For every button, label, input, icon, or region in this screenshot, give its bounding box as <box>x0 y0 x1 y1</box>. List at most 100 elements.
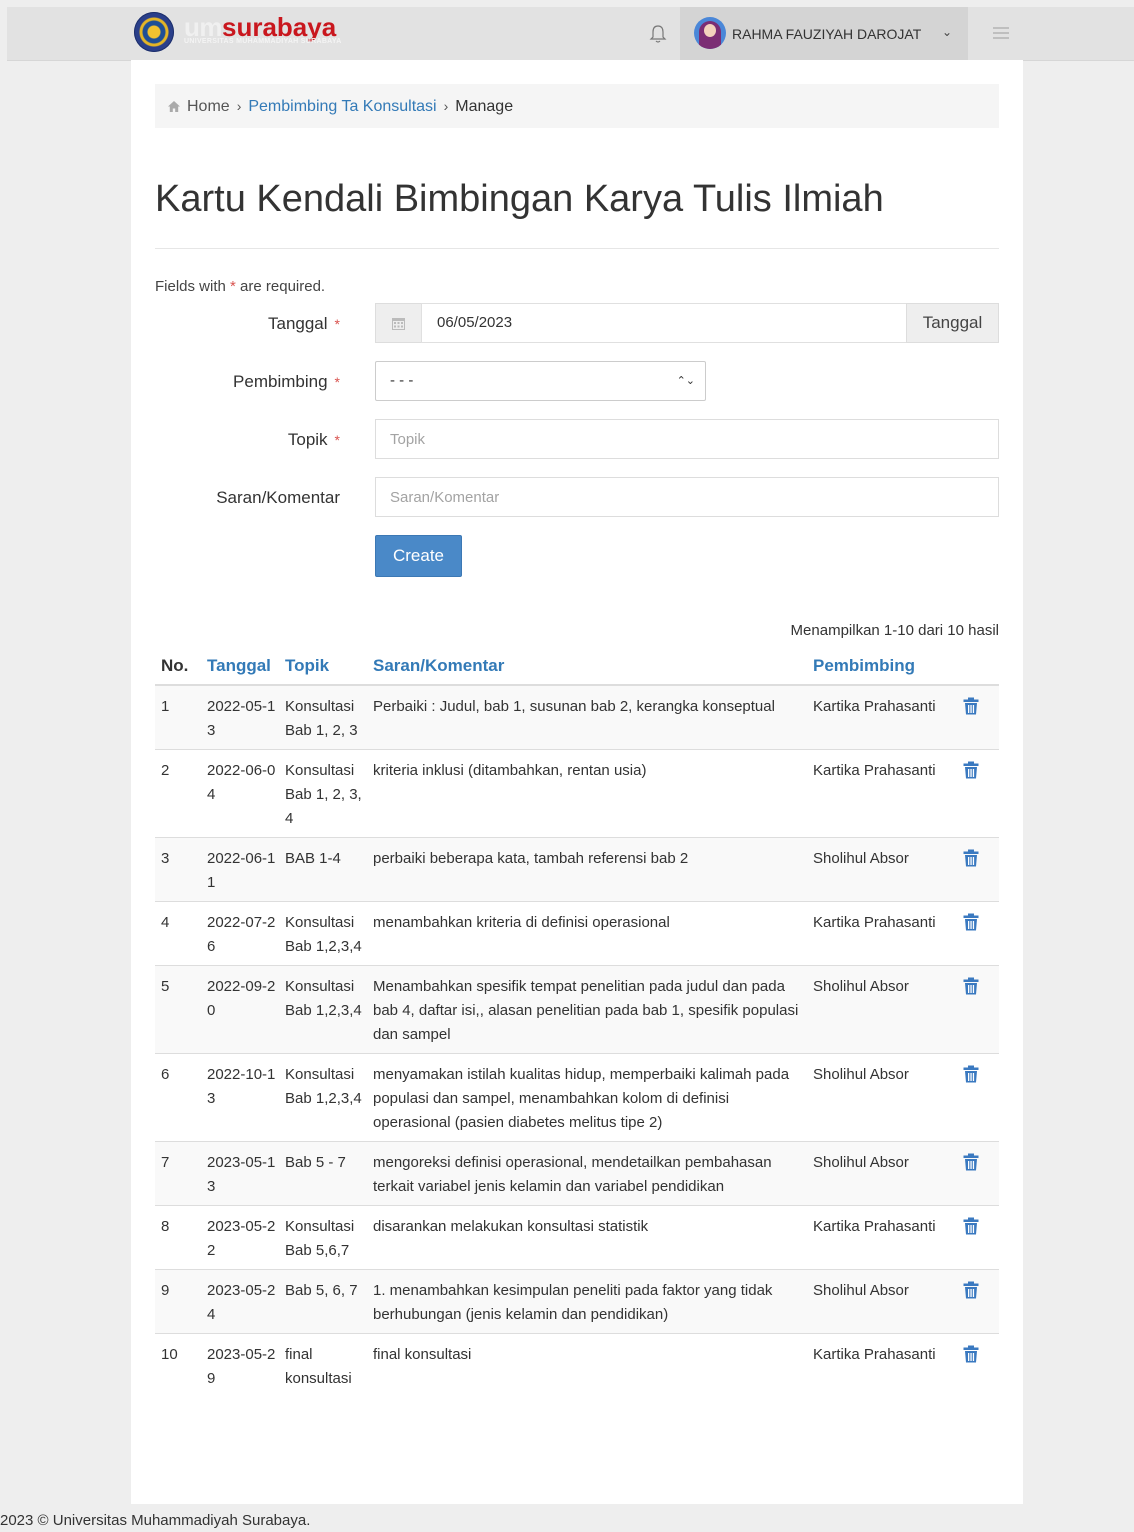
cell-saran: mengoreksi definisi operasional, mendeta… <box>367 1141 807 1206</box>
cell-no: 1 <box>155 684 201 750</box>
cell-pembimbing: Sholihul Absor <box>807 965 953 1054</box>
cell-topik: Bab 5 - 7 <box>279 1141 367 1206</box>
header-topik[interactable]: Topik <box>279 648 367 686</box>
cell-pembimbing: Sholihul Absor <box>807 837 953 902</box>
home-icon <box>168 101 180 112</box>
trash-icon[interactable] <box>963 761 979 779</box>
required-note: Fields with * are required. <box>155 278 326 295</box>
cell-saran: menyamakan istilah kualitas hidup, mempe… <box>367 1053 807 1142</box>
trash-icon[interactable] <box>963 1217 979 1235</box>
cell-tanggal: 2023-05-22 <box>201 1205 279 1270</box>
tanggal-label: Tanggal * <box>267 314 340 333</box>
cell-no: 8 <box>155 1205 201 1270</box>
cell-topik: Konsultasi Bab 1, 2, 3 <box>279 684 367 750</box>
table-row: 4 2022-07-26 Konsultasi Bab 1,2,3,4 menamba… <box>155 901 999 966</box>
cell-tanggal: 2023-05-24 <box>201 1269 279 1334</box>
table-row: 3 2022-06-11 BAB 1-4 perbaiki beberapa kata… <box>155 837 999 902</box>
breadcrumb: Home › Pembimbing Ta Konsultasi › Manage <box>155 84 999 128</box>
cell-pembimbing: Sholihul Absor <box>807 1269 953 1334</box>
cell-pembimbing: Sholihul Absor <box>807 1053 953 1142</box>
table-row: 9 2023-05-24 Bab 5, 6, 7 1. menambahkan kes… <box>155 1269 999 1334</box>
user-menu-toggle[interactable]: RAHMA FAUZIYAH DAROJAT ⌄ <box>680 7 968 60</box>
trash-icon[interactable] <box>963 849 979 867</box>
cell-saran: kriteria inklusi (ditambahkan, rentan us… <box>367 749 807 838</box>
cell-saran: disarankan melakukan konsultasi statisti… <box>367 1205 807 1270</box>
cell-saran: perbaiki beberapa kata, tambah referensi… <box>367 837 807 902</box>
cell-topik: BAB 1-4 <box>279 837 367 902</box>
table-row: 2 2022-06-04 Konsultasi Bab 1, 2, 3, 4 krit… <box>155 749 999 838</box>
university-seal-icon[interactable] <box>134 12 174 52</box>
user-name: RAHMA FAUZIYAH DAROJAT <box>732 26 922 42</box>
breadcrumb-separator: › <box>443 98 449 114</box>
cell-pembimbing: Kartika Prahasanti <box>807 1333 953 1397</box>
pembimbing-selected-value: - - - <box>390 372 414 389</box>
calendar-icon[interactable] <box>375 303 422 343</box>
trash-icon[interactable] <box>963 1153 979 1171</box>
table-row: 10 2023-05-29 final konsultasi final konsul… <box>155 1333 999 1397</box>
breadcrumb-section-link[interactable]: Pembimbing Ta Konsultasi <box>248 98 436 115</box>
cell-pembimbing: Kartika Prahasanti <box>807 901 953 966</box>
cell-actions <box>953 1205 999 1270</box>
konsultasi-table: No. Tanggal Topik Saran/Komentar Pembimb… <box>155 648 999 1397</box>
cell-actions <box>953 965 999 1054</box>
cell-saran: Menambahkan spesifik tempat penelitian p… <box>367 965 807 1054</box>
cell-topik: Konsultasi Bab 1,2,3,4 <box>279 901 367 966</box>
cell-tanggal: 2022-09-20 <box>201 965 279 1054</box>
header-no: No. <box>155 648 201 686</box>
menu-icon[interactable] <box>993 27 1009 42</box>
top-navbar: umsurabaya UNIVERSITAS MUHAMMADIYAH SURA… <box>7 7 1134 61</box>
cell-tanggal: 2022-07-26 <box>201 901 279 966</box>
cell-tanggal: 2023-05-29 <box>201 1333 279 1397</box>
cell-actions <box>953 684 999 750</box>
header-saran[interactable]: Saran/Komentar <box>367 648 807 686</box>
table-row: 8 2023-05-22 Konsultasi Bab 5,6,7 disaranka… <box>155 1205 999 1270</box>
table-row: 1 2022-05-13 Konsultasi Bab 1, 2, 3 Perbaik… <box>155 684 999 750</box>
trash-icon[interactable] <box>963 697 979 715</box>
cell-pembimbing: Kartika Prahasanti <box>807 1205 953 1270</box>
bell-icon[interactable] <box>647 23 669 45</box>
cell-actions <box>953 749 999 838</box>
main-content: Home › Pembimbing Ta Konsultasi › Manage Kar… <box>131 60 1023 1504</box>
cell-pembimbing: Kartika Prahasanti <box>807 684 953 750</box>
trash-icon[interactable] <box>963 977 979 995</box>
cell-actions <box>953 901 999 966</box>
brand-logo[interactable]: umsurabaya UNIVERSITAS MUHAMMADIYAH SURA… <box>184 12 342 45</box>
cell-tanggal: 2022-06-04 <box>201 749 279 838</box>
cell-tanggal: 2023-05-13 <box>201 1141 279 1206</box>
header-tanggal[interactable]: Tanggal <box>201 648 279 686</box>
cell-pembimbing: Kartika Prahasanti <box>807 749 953 838</box>
cell-no: 3 <box>155 837 201 902</box>
cell-saran: 1. menambahkan kesimpulan peneliti pada … <box>367 1269 807 1334</box>
avatar <box>694 17 726 49</box>
trash-icon[interactable] <box>963 913 979 931</box>
header-pembimbing[interactable]: Pembimbing <box>807 648 953 686</box>
topik-input[interactable] <box>375 419 999 459</box>
trash-icon[interactable] <box>963 1281 979 1299</box>
cell-actions <box>953 837 999 902</box>
cell-no: 6 <box>155 1053 201 1142</box>
trash-icon[interactable] <box>963 1345 979 1363</box>
cell-no: 4 <box>155 901 201 966</box>
cell-tanggal: 2022-06-11 <box>201 837 279 902</box>
cell-pembimbing: Sholihul Absor <box>807 1141 953 1206</box>
breadcrumb-home-link[interactable]: Home <box>187 98 230 115</box>
cell-actions <box>953 1053 999 1142</box>
cell-no: 7 <box>155 1141 201 1206</box>
tanggal-addon-button[interactable]: Tanggal <box>906 303 999 343</box>
trash-icon[interactable] <box>963 1065 979 1083</box>
cell-topik: final konsultasi <box>279 1333 367 1397</box>
cell-topik: Konsultasi Bab 1,2,3,4 <box>279 1053 367 1142</box>
pembimbing-select[interactable]: - - - ⌃⌄ <box>375 361 706 401</box>
cell-topik: Bab 5, 6, 7 <box>279 1269 367 1334</box>
saran-input[interactable] <box>375 477 999 517</box>
tanggal-input[interactable]: 06/05/2023 <box>421 303 907 343</box>
create-button[interactable]: Create <box>375 535 462 577</box>
pembimbing-label: Pembimbing * <box>233 372 340 391</box>
topik-label: Topik * <box>287 430 340 449</box>
table-row: 7 2023-05-13 Bab 5 - 7 mengoreksi definisi … <box>155 1141 999 1206</box>
cell-tanggal: 2022-10-13 <box>201 1053 279 1142</box>
cell-actions <box>953 1141 999 1206</box>
cell-topik: Konsultasi Bab 5,6,7 <box>279 1205 367 1270</box>
page-title: Kartu Kendali Bimbingan Karya Tulis Ilmi… <box>155 178 884 220</box>
breadcrumb-current: Manage <box>455 98 514 115</box>
